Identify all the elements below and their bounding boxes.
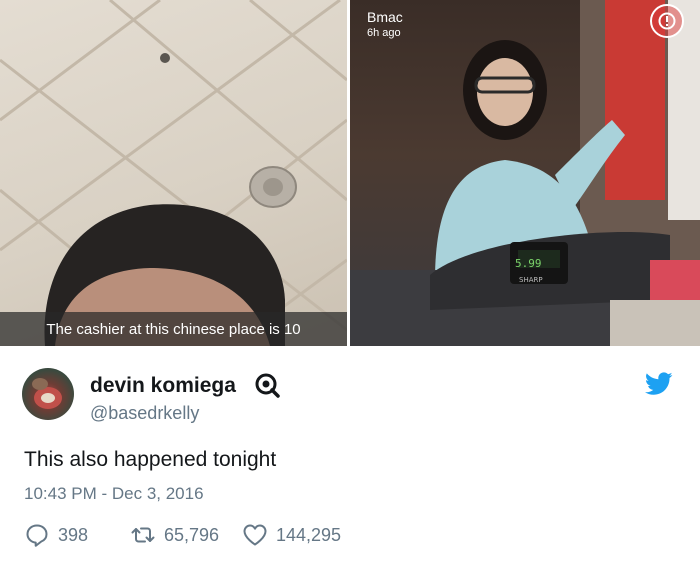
snap-timestamp: 6h ago [367,27,401,39]
register-brand-label: SHARP [519,276,543,284]
twitter-bird-icon[interactable] [645,372,673,396]
tweet-actions: 398 65,796 144,295 [24,520,424,550]
retweet-count: 65,796 [164,524,220,545]
exclamation-icon [658,12,676,30]
snap-emoji-badge [650,4,684,38]
heart-icon [243,524,267,546]
retweet-icon [131,527,155,543]
snap-caption: The cashier at this chinese place is 10 [46,320,301,338]
reply-icon [26,524,48,547]
snap-username: Bmac [367,9,403,25]
snap-caption-bar: The cashier at this chinese place is 10 [0,312,347,346]
media-left-selfie[interactable]: The cashier at this chinese place is 10 [0,0,347,346]
tweet-timestamp[interactable]: 10:43 PM - Dec 3, 2016 [24,484,204,504]
tweet-text: This also happened tonight [24,448,277,471]
retweet-button[interactable]: 65,796 [130,520,219,550]
reply-button[interactable]: 398 [24,520,88,550]
avatar[interactable] [22,368,74,420]
ceiling-tiles-image [0,0,347,346]
like-button[interactable]: 144,295 [242,520,341,550]
like-count: 144,295 [276,524,342,545]
verified-badge-icon [255,373,280,398]
cashier-scene-image [350,0,700,346]
avatar-image [32,378,62,409]
register-price-display: 5.99 [515,257,542,270]
display-name[interactable]: devin komiega [90,374,236,398]
user-handle[interactable]: @basedrkelly [90,403,199,424]
tweet-media[interactable]: The cashier at this chinese place is 10 … [0,0,700,346]
media-right-cashier[interactable]: 5.99 SHARP [350,0,700,346]
reply-count: 398 [58,524,89,545]
